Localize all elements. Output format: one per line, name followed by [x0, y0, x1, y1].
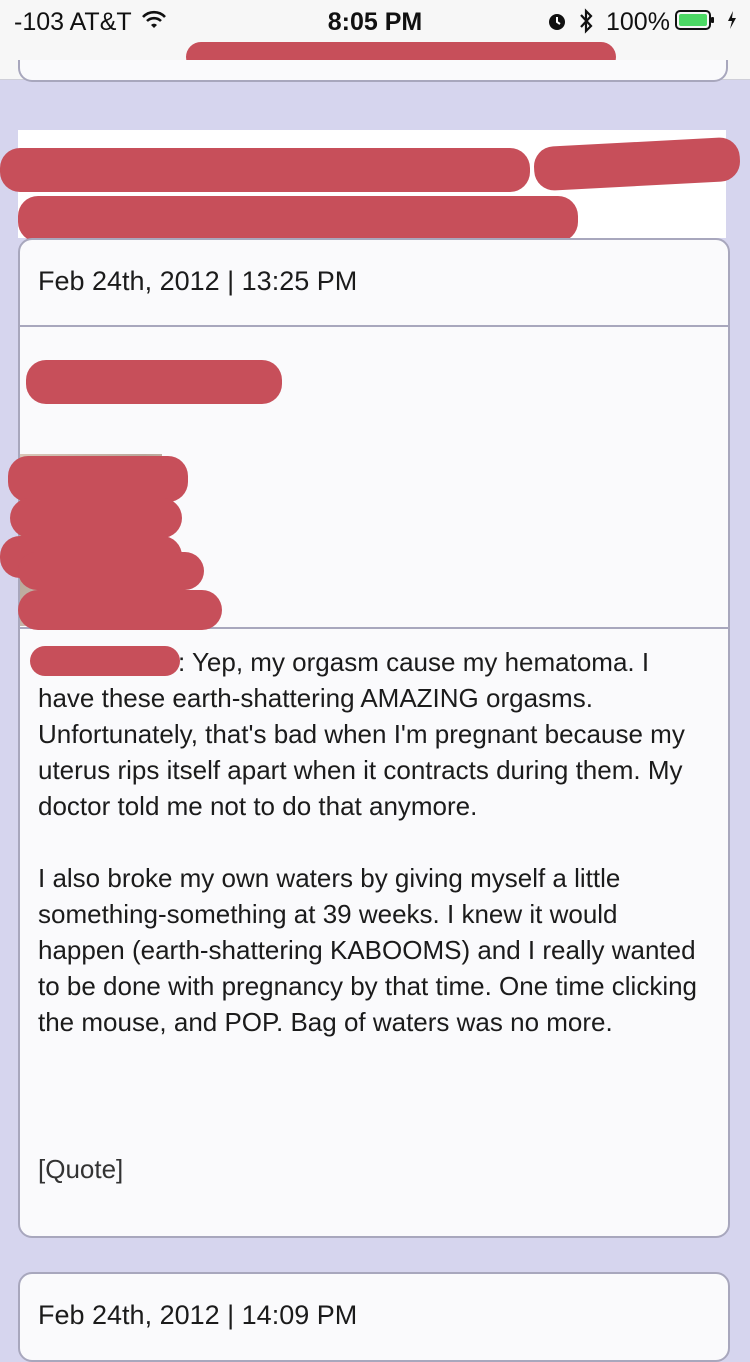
redaction-thread-subtitle	[18, 196, 578, 242]
redaction-thread-title	[0, 148, 530, 192]
battery-icon	[675, 10, 714, 30]
battery-percent: 100%	[606, 8, 670, 36]
next-post-date: Feb 24th, 2012 | 14:09 PM	[38, 1300, 358, 1330]
quote-button[interactable]: [Quote]	[38, 1154, 123, 1185]
redaction-username	[26, 360, 282, 404]
redaction-avatar-2	[10, 498, 182, 538]
redaction-mention	[30, 646, 180, 676]
redaction-avatar-4	[18, 552, 204, 590]
post-date: Feb 24th, 2012 | 13:25 PM	[38, 266, 358, 296]
charging-icon	[728, 11, 736, 29]
post-body: : Yep, my orgasm cause my hematoma. I ha…	[38, 644, 708, 1076]
redaction-avatar-1	[8, 456, 188, 502]
alarm-icon	[549, 14, 565, 30]
post-divider-top	[20, 325, 728, 327]
redaction-avatar-5	[18, 590, 222, 630]
next-post-card: Feb 24th, 2012 | 14:09 PM	[18, 1272, 730, 1362]
bluetooth-icon	[580, 8, 593, 34]
post-paragraph-2: I also broke my own waters by giving mys…	[38, 863, 698, 1037]
previous-post-card	[18, 60, 728, 82]
